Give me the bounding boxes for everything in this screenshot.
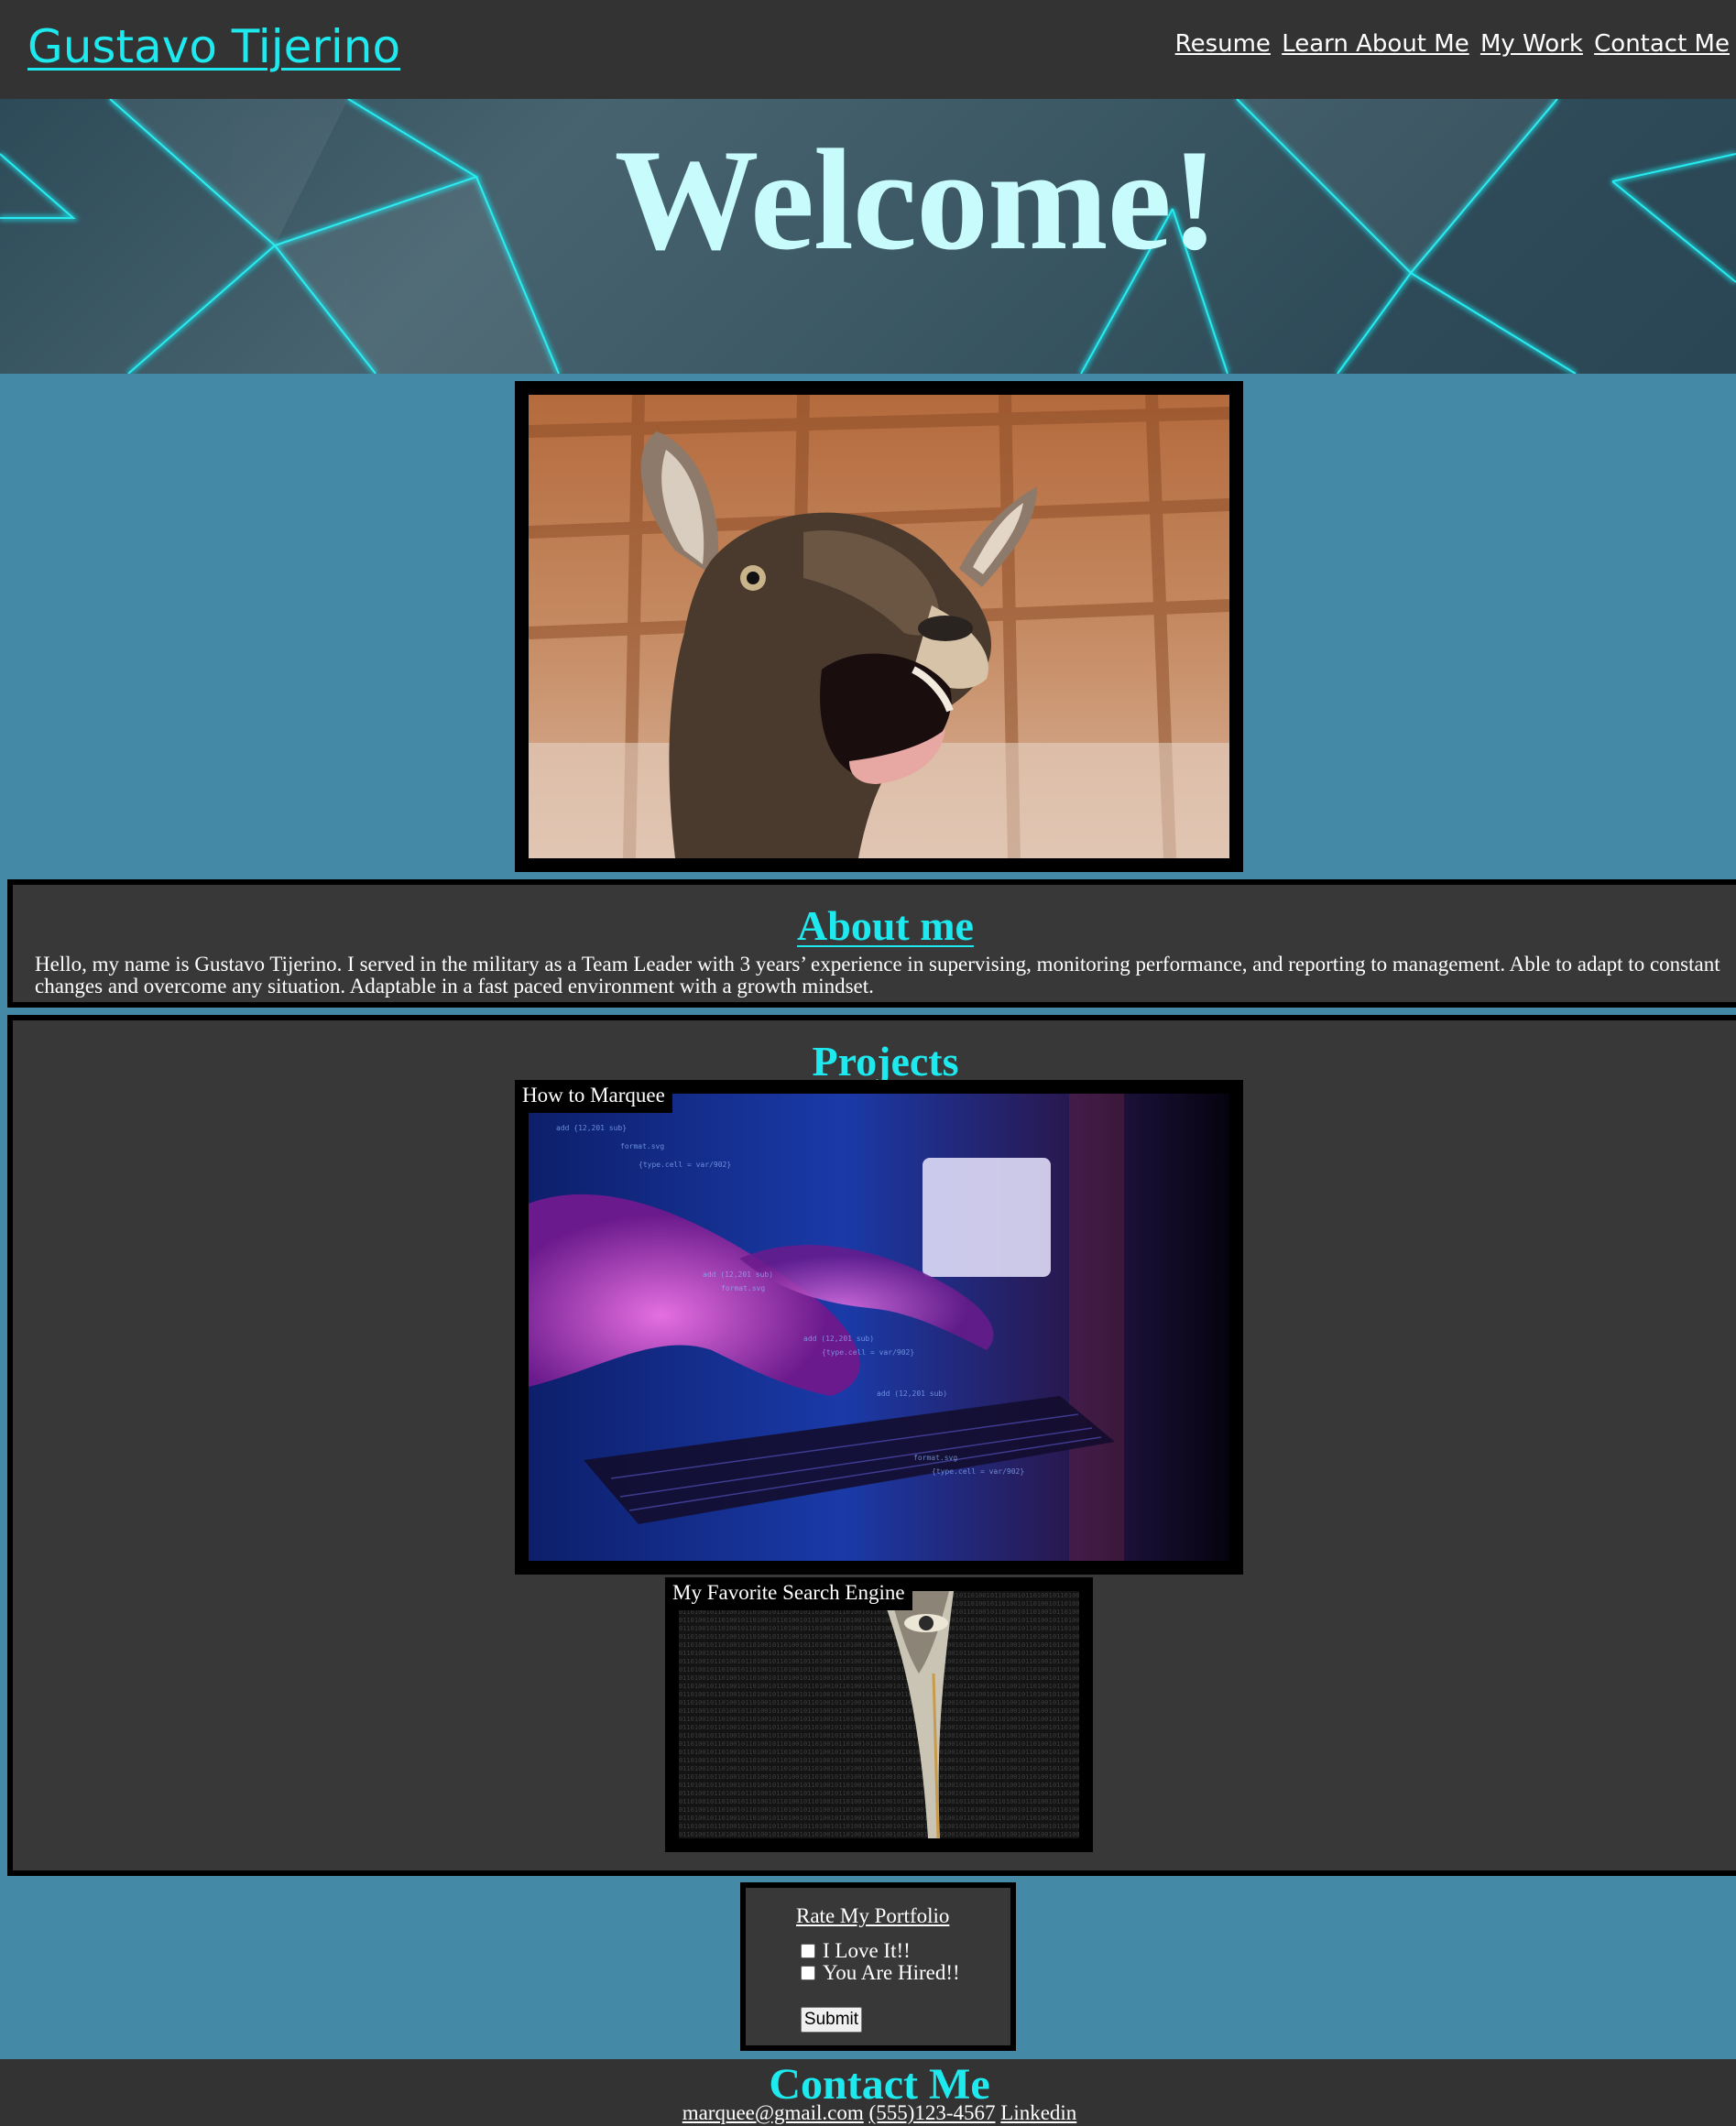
svg-text:add (12,201 sub): add (12,201 sub): [877, 1390, 947, 1398]
svg-text:{type.cell = var/902}: {type.cell = var/902}: [932, 1467, 1024, 1476]
linkedin-link[interactable]: Linkedin: [1000, 2101, 1076, 2124]
svg-text:add {12,201 sub}: add {12,201 sub}: [556, 1124, 627, 1132]
project-image-binary-eye: 0110100110: [679, 1591, 1079, 1838]
phone-link[interactable]: (555)123-4567: [869, 2101, 996, 2124]
hero-banner: Welcome!: [0, 99, 1736, 374]
nav-link-about[interactable]: Learn About Me: [1282, 30, 1469, 58]
site-brand-link[interactable]: Gustavo Tijerino: [27, 20, 400, 73]
about-heading: About me: [797, 902, 974, 949]
love-it-checkbox[interactable]: [801, 1944, 815, 1958]
nav-link-resume[interactable]: Resume: [1175, 30, 1271, 58]
svg-text:add (12,201 sub): add (12,201 sub): [703, 1270, 773, 1279]
project-card-search-engine[interactable]: My Favorite Search Engine 0110100110: [665, 1577, 1093, 1852]
svg-text:format.svg: format.svg: [721, 1284, 765, 1292]
option-love-it: I Love It!!: [801, 1939, 911, 1963]
site-header: Gustavo Tijerino Resume Learn About Me M…: [0, 0, 1736, 99]
svg-text:add (12,201 sub): add (12,201 sub): [803, 1335, 874, 1343]
submit-button[interactable]: Submit: [801, 2007, 862, 2033]
svg-text:format.svg: format.svg: [620, 1142, 664, 1150]
project-card-marquee[interactable]: How to Marquee add {12,201 sub} format.s…: [515, 1080, 1243, 1575]
svg-text:format.svg: format.svg: [913, 1454, 957, 1462]
project-image-coding: add {12,201 sub} format.svg {type.cell =…: [529, 1094, 1229, 1561]
main-nav: Resume Learn About Me My Work Contact Me: [1172, 30, 1730, 58]
nav-link-work[interactable]: My Work: [1480, 30, 1583, 58]
rate-portfolio-form: Rate My Portfolio I Love It!! You Are Hi…: [740, 1882, 1016, 2051]
form-title: Rate My Portfolio: [796, 1904, 950, 1927]
contact-links: marquee@gmail.com (555)123-4567 Linkedin: [0, 2101, 1736, 2125]
contact-footer: Contact Me marquee@gmail.com (555)123-45…: [0, 2059, 1736, 2126]
option-hired: You Are Hired!!: [801, 1961, 960, 1985]
projects-heading: Projects: [812, 1038, 959, 1085]
hired-checkbox[interactable]: [801, 1966, 815, 1980]
svg-text:{type.cell = var/902}: {type.cell = var/902}: [639, 1161, 731, 1169]
goat-photo: [529, 395, 1229, 858]
project-caption: How to Marquee: [515, 1080, 672, 1113]
profile-image-frame: [515, 381, 1243, 872]
option-label: You Are Hired!!: [823, 1961, 960, 1984]
about-text: Hello, my name is Gustavo Tijerino. I se…: [35, 953, 1720, 998]
option-label: I Love It!!: [823, 1939, 911, 1962]
about-section: About me Hello, my name is Gustavo Tijer…: [7, 879, 1736, 1008]
svg-text:{type.cell = var/902}: {type.cell = var/902}: [822, 1348, 914, 1357]
project-caption: My Favorite Search Engine: [665, 1577, 912, 1610]
email-link[interactable]: marquee@gmail.com: [682, 2101, 864, 2124]
nav-link-contact[interactable]: Contact Me: [1594, 30, 1730, 58]
hero-title: Welcome!: [614, 120, 1219, 280]
